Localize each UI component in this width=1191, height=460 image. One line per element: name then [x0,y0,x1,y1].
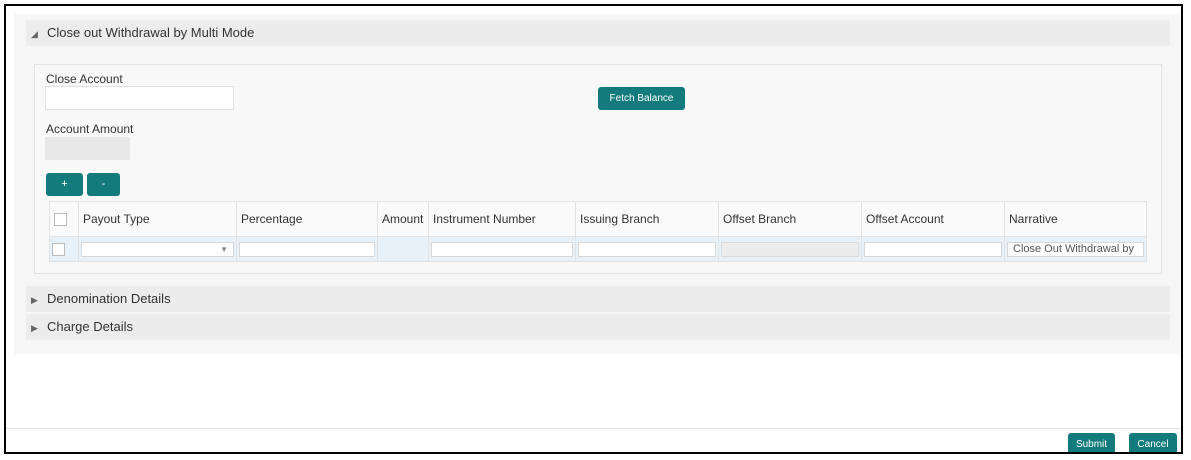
select-all-cell[interactable] [49,201,79,237]
column-header-issuing-branch: Issuing Branch [575,201,719,237]
issuing-branch-cell [575,236,719,262]
add-row-button[interactable]: + [46,173,83,196]
offset-branch-cell [718,236,862,262]
payout-type-cell: ▼ [78,236,237,262]
section-title-charge: Charge Details [47,319,133,334]
column-header-percentage: Percentage [236,201,378,237]
select-all-checkbox[interactable] [54,213,67,227]
cancel-button[interactable]: Cancel [1129,433,1177,452]
instrument-number-cell [428,236,576,262]
section-header-charge[interactable]: ▶ Charge Details [26,314,1170,340]
table-row: ▼ Close Out Withdrawal by [49,236,1147,262]
account-amount-field [45,137,130,160]
fetch-balance-button[interactable]: Fetch Balance [598,87,685,110]
account-amount-label: Account Amount [46,122,134,136]
column-header-amount: Amount [377,201,429,237]
issuing-branch-input[interactable] [578,241,716,257]
remove-row-button[interactable]: - [87,173,120,196]
column-header-payout-type: Payout Type [78,201,237,237]
offset-account-cell [861,236,1005,262]
grid-header-row: Payout Type Percentage Amount Instrument… [49,201,1147,237]
close-account-label: Close Account [46,72,123,86]
screen-frame: ◢ Close out Withdrawal by Multi Mode Clos… [4,4,1183,454]
footer-divider [6,428,1181,429]
triangle-right-icon: ▶ [31,323,38,333]
instrument-number-input[interactable] [431,241,573,257]
column-header-offset-branch: Offset Branch [718,201,862,237]
column-header-narrative: Narrative [1004,201,1147,237]
chevron-down-icon[interactable]: ▼ [220,243,228,256]
triangle-right-icon: ▶ [31,295,38,305]
percentage-input[interactable] [239,241,375,257]
offset-account-input[interactable] [864,241,1002,257]
row-checkbox[interactable] [52,243,65,257]
section-title-denomination: Denomination Details [47,291,171,306]
section-title-close-out: Close out Withdrawal by Multi Mode [47,25,255,40]
amount-cell [377,236,429,262]
section-header-close-out[interactable]: ◢ Close out Withdrawal by Multi Mode [26,20,1170,46]
submit-button[interactable]: Submit [1068,433,1115,452]
column-header-instrument-number: Instrument Number [428,201,576,237]
offset-branch-input [721,241,859,257]
row-select-cell[interactable] [49,236,79,262]
column-header-offset-account: Offset Account [861,201,1005,237]
narrative-cell: Close Out Withdrawal by [1004,236,1147,262]
section-header-denomination[interactable]: ▶ Denomination Details [26,286,1170,312]
payout-type-select[interactable]: ▼ [81,241,234,257]
triangle-down-icon: ◢ [31,29,38,39]
payout-grid: Payout Type Percentage Amount Instrument… [49,201,1147,262]
percentage-cell [236,236,378,262]
narrative-input[interactable]: Close Out Withdrawal by [1007,241,1144,257]
close-account-input[interactable] [45,86,234,110]
